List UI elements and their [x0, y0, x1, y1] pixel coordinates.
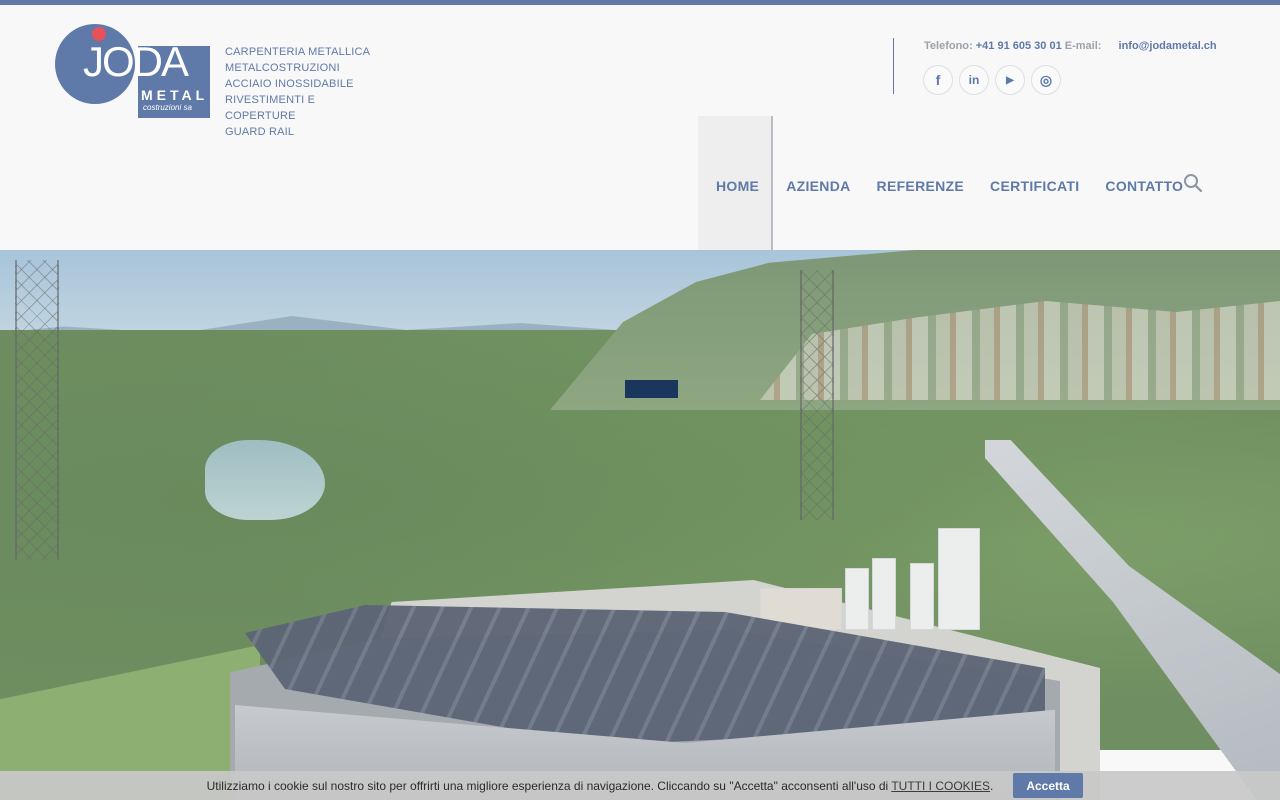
joda-metal-logo[interactable]: JODA METAL costruzioni sa CARPENTERIA ME… [55, 20, 375, 138]
tagline: CARPENTERIA METALLICA [225, 46, 371, 58]
logo-metal-text: METAL [141, 87, 209, 103]
main-nav: HOME AZIENDA REFERENZE CERTIFICATI CONTA… [698, 116, 1196, 255]
youtube-icon[interactable]: ▶ [995, 65, 1025, 95]
nav-azienda[interactable]: AZIENDA [773, 116, 863, 255]
accept-cookies-button[interactable]: Accetta [1013, 773, 1083, 798]
all-cookies-link[interactable]: TUTTI I COOKIES [891, 779, 990, 793]
hero-image [0, 250, 1280, 800]
header-divider [893, 38, 894, 94]
hero-overlay [0, 250, 1280, 800]
logo-taglines: CARPENTERIA METALLICA METALCOSTRUZIONI A… [225, 44, 375, 140]
linkedin-icon[interactable]: in [959, 65, 989, 95]
email-label: E-mail: [1064, 40, 1102, 52]
social-links: f in ▶ ◎ [923, 65, 1061, 95]
logo-wordmark: JODA [83, 38, 189, 85]
tagline: GUARD RAIL [225, 126, 295, 138]
tagline: RIVESTIMENTI E COPERTURE [225, 94, 316, 122]
phone-link[interactable]: +41 91 605 30 01 [976, 40, 1062, 52]
contact-info: Telefono: +41 91 605 30 01 E-mail: info@… [924, 40, 1217, 52]
instagram-icon[interactable]: ◎ [1031, 65, 1061, 95]
phone-label: Telefono: [924, 40, 973, 52]
email-link[interactable]: info@jodametal.ch [1119, 40, 1217, 52]
hero-loading-mark [625, 380, 678, 398]
cookie-bar: Utilizziamo i cookie sul nostro sito per… [0, 771, 1280, 800]
logo-subtitle: costruzioni sa [143, 103, 192, 112]
nav-referenze[interactable]: REFERENZE [864, 116, 978, 255]
nav-home[interactable]: HOME [698, 116, 774, 255]
tagline: ACCIAIO INOSSIDABILE [225, 78, 354, 90]
cookie-text: Utilizziamo i cookie sul nostro sito per… [206, 778, 994, 793]
search-icon[interactable] [1183, 173, 1203, 193]
tagline: METALCOSTRUZIONI [225, 62, 340, 74]
facebook-icon[interactable]: f [923, 65, 953, 95]
nav-contatto[interactable]: CONTATTO [1092, 116, 1196, 255]
nav-certificati[interactable]: CERTIFICATI [977, 116, 1092, 255]
site-header: JODA METAL costruzioni sa CARPENTERIA ME… [0, 5, 1280, 255]
